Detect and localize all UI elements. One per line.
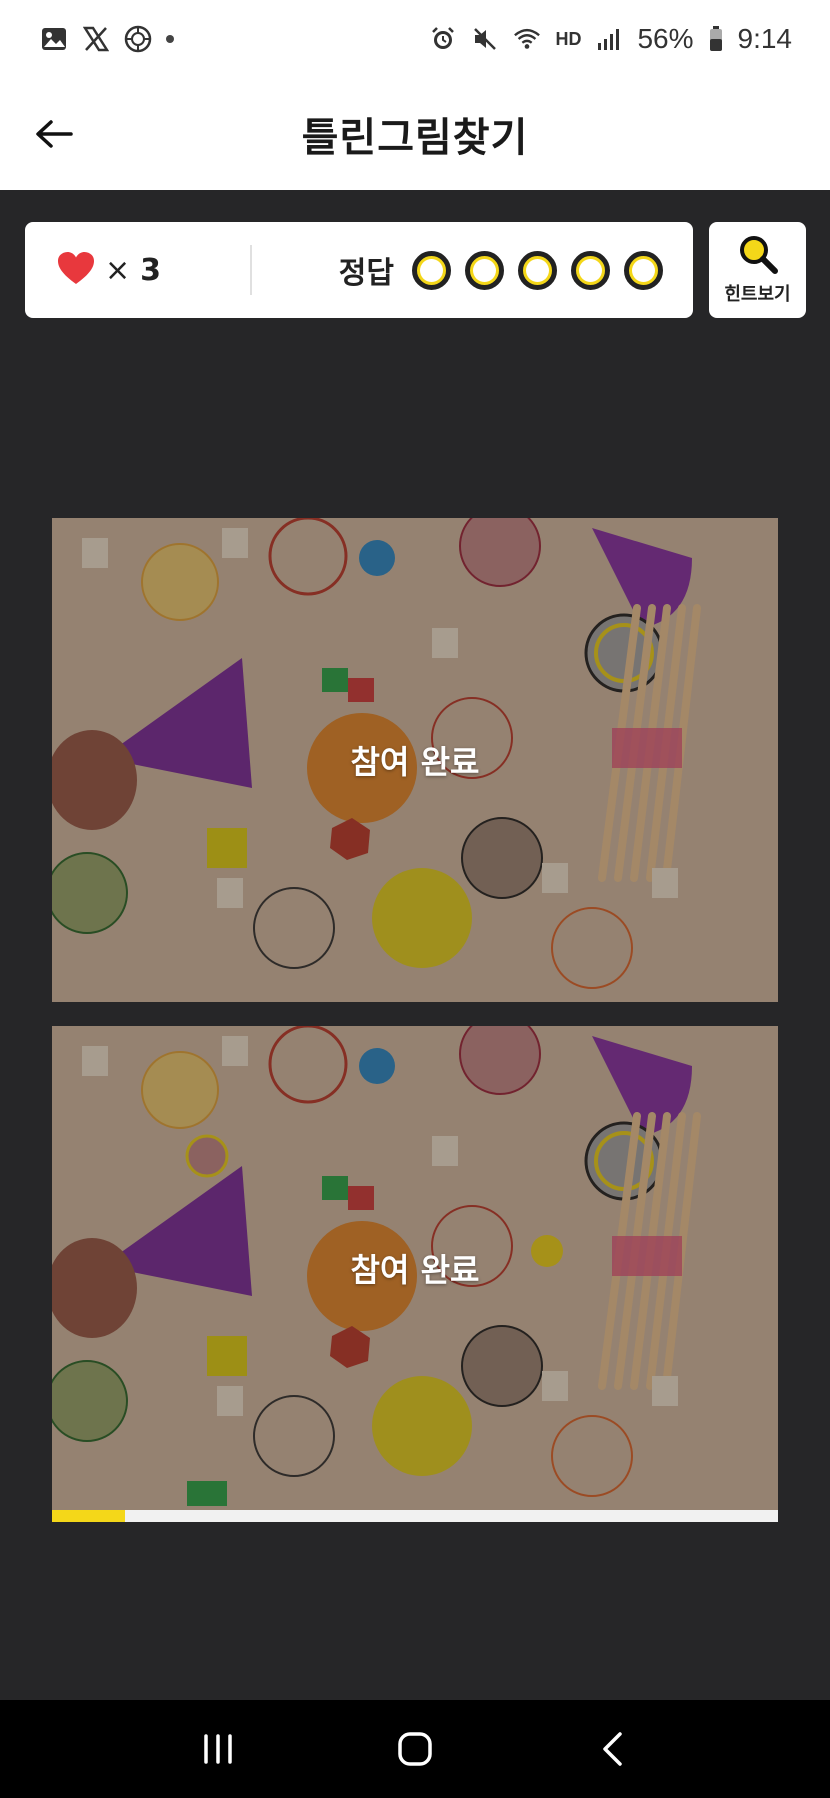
answers-tracker: 정답 bbox=[339, 248, 693, 292]
app-bar: 틀린그림찾기 bbox=[0, 78, 830, 190]
battery-percent: 56% bbox=[637, 23, 694, 54]
back-nav-button[interactable] bbox=[582, 1719, 642, 1779]
clock: 9:14 bbox=[737, 23, 793, 54]
overlay-bottom: 참여 완료 bbox=[52, 1026, 778, 1510]
status-bar: HD 56% 9:14 bbox=[0, 0, 830, 78]
overlay-text-top: 참여 완료 bbox=[350, 743, 480, 781]
answers-label: 정답 bbox=[338, 256, 394, 291]
status-left bbox=[40, 25, 174, 53]
answer-slot-3 bbox=[518, 250, 557, 290]
home-icon bbox=[398, 1732, 432, 1766]
mute-icon bbox=[471, 25, 499, 53]
score-panel: × 3 정답 bbox=[25, 222, 693, 318]
magnifier-icon bbox=[737, 234, 779, 278]
recent-apps-icon bbox=[204, 1734, 233, 1764]
home-button[interactable] bbox=[385, 1719, 445, 1779]
notification-dot-icon bbox=[166, 35, 174, 43]
answer-slot-2 bbox=[465, 250, 504, 290]
puzzle-image-top[interactable]: 참여 완료 bbox=[52, 518, 778, 1002]
wifi-icon bbox=[513, 25, 541, 53]
hint-label: 힌트보기 bbox=[724, 284, 791, 305]
times-sign: × bbox=[105, 252, 131, 288]
lives-count: 3 bbox=[140, 252, 162, 288]
progress-fill bbox=[52, 1510, 125, 1522]
signal-icon bbox=[595, 25, 623, 53]
lives-counter: × 3 bbox=[25, 251, 250, 289]
gallery-icon bbox=[40, 25, 68, 53]
page-title: 틀린그림찾기 bbox=[301, 115, 529, 161]
puzzle-image-bottom[interactable]: 참여 완료 bbox=[52, 1026, 778, 1510]
divider bbox=[250, 245, 252, 295]
back-chevron-icon bbox=[602, 1732, 622, 1766]
x-logo-icon bbox=[82, 25, 110, 53]
recent-apps-button[interactable] bbox=[188, 1719, 248, 1779]
hint-button[interactable]: 힌트보기 bbox=[709, 222, 806, 318]
hd-voice-icon: HD bbox=[555, 28, 582, 49]
arrow-left-icon bbox=[36, 120, 73, 148]
heart-icon bbox=[57, 251, 95, 289]
badge-icon bbox=[124, 25, 152, 53]
answer-slot-4 bbox=[571, 250, 610, 290]
overlay-text-bottom: 참여 완료 bbox=[350, 1251, 480, 1289]
answer-slot-5 bbox=[624, 250, 663, 290]
status-right: HD 56% 9:14 bbox=[429, 23, 792, 55]
progress-bar bbox=[52, 1510, 778, 1522]
answer-slot-1 bbox=[412, 250, 451, 290]
battery-icon bbox=[708, 25, 724, 53]
system-nav-bar bbox=[0, 1700, 830, 1798]
alarm-icon bbox=[429, 25, 457, 53]
overlay-top: 참여 완료 bbox=[52, 518, 778, 1002]
back-button[interactable] bbox=[26, 106, 82, 162]
